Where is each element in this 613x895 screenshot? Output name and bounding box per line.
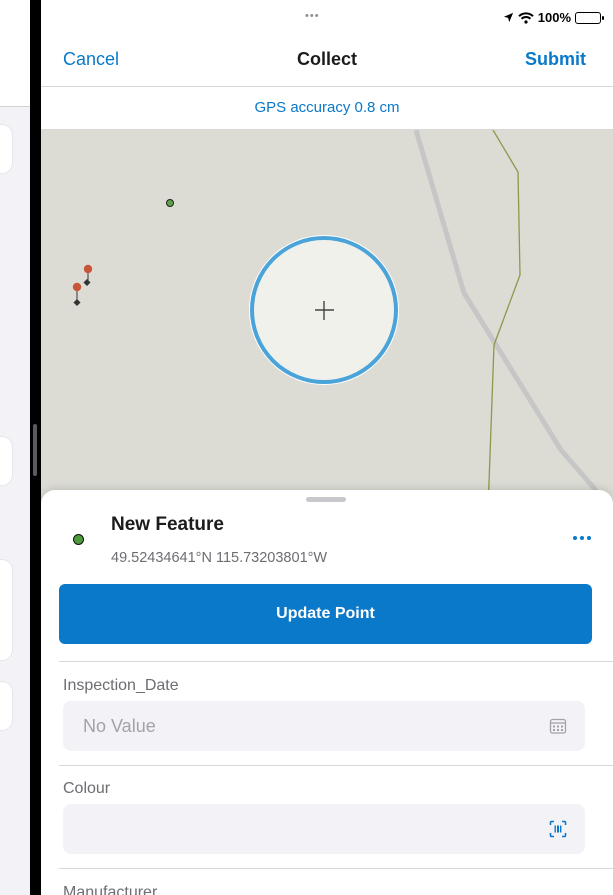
- gps-accuracy-bar[interactable]: GPS accuracy 0.8 cm: [41, 86, 613, 130]
- map-point-feature: [166, 199, 174, 207]
- multitasking-dots[interactable]: •••: [305, 10, 320, 22]
- map-road: [413, 130, 613, 510]
- map-view[interactable]: [41, 130, 613, 510]
- background-card: [0, 437, 12, 485]
- map-marker-pin-icon: [72, 282, 82, 307]
- submit-button[interactable]: Submit: [525, 49, 586, 70]
- crosshair-target-icon: [249, 235, 399, 385]
- battery-percentage: 100%: [537, 10, 571, 25]
- divider: [59, 765, 613, 766]
- status-indicators: 100%: [503, 10, 604, 25]
- wifi-icon: [518, 11, 534, 24]
- colour-field[interactable]: [63, 804, 585, 854]
- inspection-date-field[interactable]: No Value: [63, 701, 585, 751]
- divider: [59, 661, 613, 662]
- field-label-colour: Colour: [63, 780, 111, 797]
- divider: [59, 868, 613, 869]
- field-label-manufacturer: Manufacturer: [63, 884, 158, 895]
- calendar-icon[interactable]: [549, 717, 567, 735]
- feature-point-icon: [73, 534, 84, 545]
- page-title: Collect: [296, 49, 357, 69]
- split-view-handle[interactable]: [33, 424, 37, 476]
- map-marker-pin-icon: [83, 264, 93, 287]
- background-app-pane: [0, 0, 30, 895]
- battery-icon: [575, 11, 604, 24]
- background-card: [0, 560, 12, 660]
- feature-coordinates: 49.52434641°N 115.73203801°W: [111, 550, 328, 566]
- location-arrow-icon: [503, 12, 514, 23]
- collect-pane: ••• 100% Cancel Collect Submit GPS accur…: [41, 0, 613, 895]
- barcode-scan-icon[interactable]: [549, 820, 567, 838]
- feature-bottom-sheet: New Feature 49.52434641°N 115.73203801°W…: [41, 490, 613, 895]
- status-bar: ••• 100%: [41, 0, 613, 32]
- map-line-feature: [487, 130, 521, 510]
- background-card: [0, 125, 12, 173]
- more-options-icon[interactable]: [567, 530, 597, 546]
- sheet-grabber[interactable]: [306, 497, 346, 502]
- cancel-button[interactable]: Cancel: [63, 49, 119, 70]
- inspection-date-value: No Value: [83, 716, 156, 736]
- background-card: [0, 682, 12, 730]
- update-point-button[interactable]: Update Point: [59, 584, 592, 644]
- navigation-bar: Cancel Collect Submit: [41, 32, 613, 86]
- field-label-inspection-date: Inspection_Date: [63, 677, 179, 694]
- background-app-header: [0, 0, 30, 107]
- feature-title: New Feature: [111, 514, 224, 535]
